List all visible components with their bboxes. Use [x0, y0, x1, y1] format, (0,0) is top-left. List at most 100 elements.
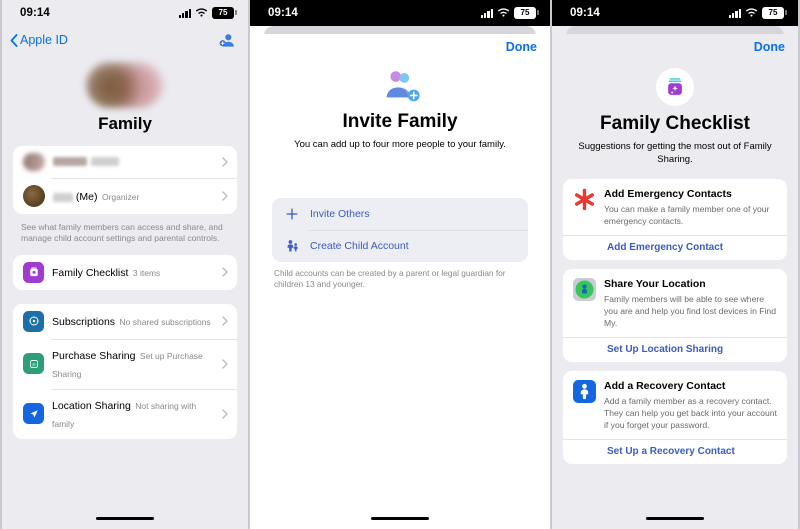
home-indicator — [371, 516, 429, 520]
purchase-sharing-icon: P — [23, 353, 44, 375]
list-item-location-sharing[interactable]: Location Sharing Not sharing with family — [13, 388, 237, 439]
add-emergency-contact-link[interactable]: Add Emergency Contact — [563, 234, 787, 260]
battery-icon: 75 — [212, 7, 237, 19]
checklist-text: Family Checklist 3 items — [52, 263, 216, 281]
family-checklist-sheet: Done Family Checklist Suggestions for ge… — [552, 34, 798, 529]
chevron-right-icon — [222, 267, 228, 278]
done-button[interactable]: Done — [506, 40, 537, 54]
chevron-right-icon — [222, 409, 228, 419]
cellular-bars-icon — [728, 8, 741, 18]
members-footnote: See what family members can access and s… — [21, 222, 223, 244]
subscriptions-icon — [23, 310, 44, 332]
status-indicators: 75 — [178, 7, 237, 19]
member-role: Organizer — [101, 192, 140, 202]
purchase-sharing-text: Purchase Sharing Set up Purchase Sharing — [52, 346, 216, 382]
cellular-bars-icon — [178, 8, 191, 18]
create-child-account-button[interactable]: Create Child Account — [272, 229, 528, 262]
cellular-bars-icon — [480, 8, 493, 18]
table-row[interactable] — [13, 146, 237, 178]
subscriptions-text: Subscriptions No shared subscriptions — [52, 312, 216, 330]
checklist-app-icon — [23, 261, 44, 283]
status-bar: 09:14 75 — [552, 0, 798, 26]
checklist-items-list: Add Emergency Contacts You can make a fa… — [552, 167, 798, 465]
checklist-card-header: Share Your Location Family members will … — [563, 269, 787, 337]
invite-others-button[interactable]: Invite Others — [272, 198, 528, 230]
invite-family-people-icon — [250, 68, 550, 104]
list-item-purchase-sharing[interactable]: P Purchase Sharing Set up Purchase Shari… — [13, 338, 237, 389]
service-title: Purchase Sharing — [52, 349, 136, 362]
sheet-title: Invite Family — [342, 111, 458, 132]
chevron-right-icon — [222, 359, 228, 369]
sheet-toolbar: Done — [250, 34, 550, 60]
battery-level: 75 — [768, 8, 778, 17]
list-item-family-checklist[interactable]: Family Checklist 3 items — [13, 255, 237, 290]
family-hero-avatars — [86, 62, 164, 108]
battery-level: 75 — [218, 8, 228, 17]
location-sharing-text: Location Sharing Not sharing with family — [52, 396, 216, 432]
plus-icon — [284, 206, 300, 222]
back-label: Apple ID — [20, 33, 68, 47]
family-members-card: (Me) Organizer — [13, 146, 237, 214]
set-up-location-sharing-link[interactable]: Set Up Location Sharing — [563, 337, 787, 362]
status-time: 09:14 — [20, 7, 50, 19]
panel-family-checklist: 09:14 75 Done Family Checklist Suggestio… — [550, 0, 800, 529]
back-to-apple-id-button[interactable]: Apple ID — [10, 33, 68, 47]
battery-icon: 75 — [762, 7, 787, 19]
table-row[interactable]: (Me) Organizer — [13, 178, 237, 214]
set-up-recovery-contact-link[interactable]: Set Up a Recovery Contact — [563, 439, 787, 464]
home-indicator — [646, 516, 704, 520]
sheet-subtitle: You can add up to four more people to yo… — [294, 139, 506, 150]
service-title: Subscriptions — [52, 316, 116, 329]
checklist-card-header: Add a Recovery Contact Add a family memb… — [563, 371, 787, 439]
checklist-card-emergency-contacts: Add Emergency Contacts You can make a fa… — [563, 178, 787, 260]
navigation-bar: Apple ID — [2, 26, 248, 54]
service-subtitle: No shared subscriptions — [119, 317, 211, 328]
checklist-card-header: Add Emergency Contacts You can make a fa… — [563, 179, 787, 235]
checklist-card-text: Add Emergency Contacts You can make a fa… — [604, 188, 777, 227]
battery-icon: 75 — [514, 7, 539, 19]
chevron-right-icon — [222, 316, 228, 327]
find-my-icon — [573, 277, 596, 301]
battery-level: 75 — [520, 8, 530, 17]
modal-sheet-wrapper: Done Family Checklist Suggestions for ge… — [552, 26, 798, 529]
chevron-right-icon — [222, 191, 228, 201]
status-time: 09:14 — [268, 7, 298, 19]
wifi-icon — [497, 8, 510, 18]
panel-invite-family: 09:14 75 Done Invite Family You can add … — [250, 0, 550, 529]
chevron-right-icon — [222, 157, 228, 167]
checklist-count: 3 items — [132, 268, 161, 279]
home-indicator — [96, 516, 154, 520]
list-item-subscriptions[interactable]: Subscriptions No shared subscriptions — [13, 304, 237, 339]
panel-family-settings: 09:14 75 Apple ID Family (Me) Organizer … — [0, 0, 250, 529]
checklist-card-text: Add a Recovery Contact Add a family memb… — [604, 380, 777, 431]
sheet-title: Family Checklist — [600, 113, 750, 134]
screenshot-stage: 09:14 75 Apple ID Family (Me) Organizer … — [0, 0, 800, 529]
chevron-left-icon — [10, 33, 18, 47]
avatar — [23, 185, 45, 207]
modal-sheet-wrapper: Done Invite Family You can add up to fou… — [250, 26, 550, 529]
checklist-title: Family Checklist — [52, 267, 129, 280]
child-person-icon — [284, 238, 300, 254]
done-button[interactable]: Done — [754, 40, 785, 54]
medical-id-asterisk-icon — [573, 188, 596, 211]
family-settings-body: Family (Me) Organizer See what family me… — [2, 62, 248, 439]
person-badge-plus-icon[interactable] — [218, 31, 236, 49]
family-checklist-card: Family Checklist 3 items — [13, 254, 237, 290]
wifi-icon — [745, 8, 758, 18]
checklist-card-text: Share Your Location Family members will … — [604, 278, 777, 329]
checklist-item-description: Add a family member as a recovery contac… — [604, 396, 777, 431]
child-account-footnote: Child accounts can be created by a paren… — [274, 267, 506, 289]
status-indicators: 75 — [728, 7, 787, 19]
checklist-card-share-location: Share Your Location Family members will … — [563, 268, 787, 363]
invite-others-label: Invite Others — [310, 207, 370, 220]
recovery-contact-icon — [573, 380, 596, 404]
page-title: Family — [98, 114, 152, 133]
location-arrow-icon — [23, 403, 44, 425]
sheet-toolbar: Done — [552, 34, 798, 60]
wifi-icon — [195, 8, 208, 18]
sheet-subtitle: Suggestions for getting the most out of … — [578, 141, 772, 165]
family-checklist-icon — [552, 68, 798, 106]
checklist-item-title: Share Your Location — [604, 277, 706, 290]
checklist-item-description: You can make a family member one of your… — [604, 203, 770, 226]
member-me: (Me) Organizer — [53, 187, 216, 205]
